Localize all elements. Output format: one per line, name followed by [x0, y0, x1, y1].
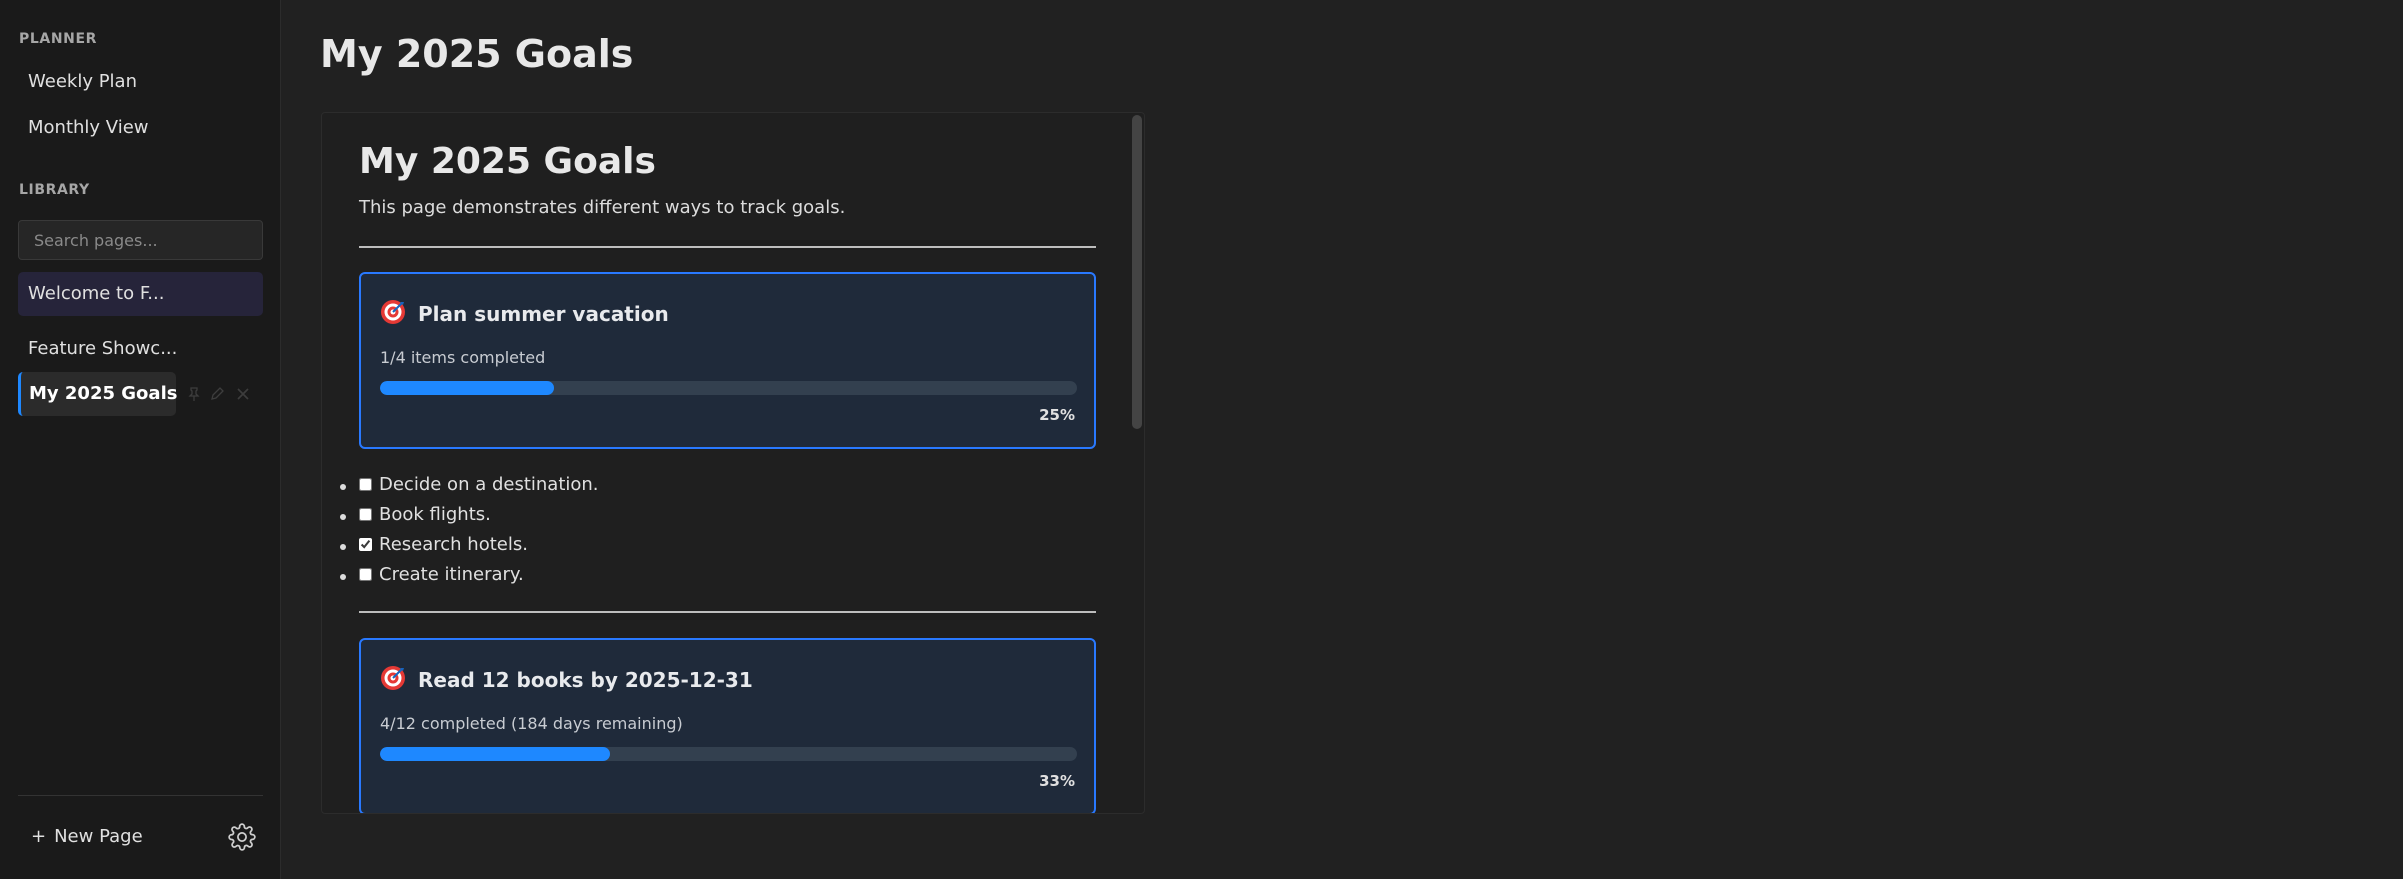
checklist-label: Decide on a destination. [379, 474, 599, 495]
bullet [340, 484, 346, 490]
sidebar: PLANNER Weekly Plan Monthly View LIBRARY… [0, 0, 281, 879]
goal-percent: 33% [1039, 772, 1075, 790]
gear-icon [228, 823, 256, 855]
settings-button[interactable] [226, 823, 258, 855]
goal-header: Plan summer vacation [380, 299, 669, 329]
goal-title: Read 12 books by 2025-12-31 [418, 668, 753, 692]
target-icon [380, 299, 406, 329]
search-input[interactable] [18, 220, 263, 260]
bullet [340, 574, 346, 580]
sidebar-divider [18, 795, 263, 796]
goal-status: 4/12 completed (184 days remaining) [380, 714, 683, 733]
goal-percent: 25% [1039, 406, 1075, 424]
page-title: My 2025 Goals [320, 32, 634, 76]
goal-title: Plan summer vacation [418, 302, 669, 326]
progress-bar-fill [380, 747, 610, 761]
doc-heading: My 2025 Goals [359, 141, 656, 182]
checklist-label: Create itinerary. [379, 564, 524, 585]
sidebar-item-monthly-view[interactable]: Monthly View [28, 117, 149, 138]
divider [359, 246, 1096, 248]
bullet [340, 544, 346, 550]
edit-icon[interactable] [210, 387, 226, 401]
checklist-checkbox[interactable] [359, 478, 372, 491]
plus-icon: + [31, 826, 47, 847]
checklist-checkbox[interactable] [359, 538, 372, 551]
sidebar-item-weekly-plan[interactable]: Weekly Plan [28, 71, 137, 92]
scrollbar-thumb[interactable] [1132, 115, 1142, 429]
progress-bar [380, 381, 1077, 395]
sidebar-page-my-2025-goals[interactable]: My 2025 Goals [18, 372, 177, 416]
goal-card: Read 12 books by 2025-12-31 4/12 complet… [359, 638, 1096, 813]
editor-scrollbar[interactable] [1130, 113, 1144, 813]
divider [359, 611, 1096, 613]
new-page-label: New Page [54, 826, 143, 847]
target-icon [380, 665, 406, 695]
checklist-label: Book flights. [379, 504, 491, 525]
sidebar-page-welcome[interactable]: Welcome to F... [18, 272, 263, 316]
goal-card: Plan summer vacation 1/4 items completed… [359, 272, 1096, 449]
checklist-label: Research hotels. [379, 534, 528, 555]
pin-icon[interactable] [188, 387, 200, 401]
checklist-checkbox[interactable] [359, 568, 372, 581]
planner-section-label: PLANNER [19, 31, 97, 47]
goal-status: 1/4 items completed [380, 348, 546, 367]
progress-bar-fill [380, 381, 555, 395]
delete-icon[interactable] [236, 387, 250, 401]
goal-header: Read 12 books by 2025-12-31 [380, 665, 753, 695]
doc-intro: This page demonstrates different ways to… [359, 197, 846, 218]
progress-bar [380, 747, 1077, 761]
library-section-label: LIBRARY [19, 182, 90, 198]
page-row-actions [188, 378, 250, 410]
checklist-checkbox[interactable] [359, 508, 372, 521]
new-page-button[interactable]: + New Page [31, 826, 143, 847]
document-editor[interactable]: My 2025 Goals This page demonstrates dif… [321, 112, 1145, 814]
sidebar-page-feature-showcase[interactable]: Feature Showc... [18, 327, 177, 371]
bullet [340, 514, 346, 520]
